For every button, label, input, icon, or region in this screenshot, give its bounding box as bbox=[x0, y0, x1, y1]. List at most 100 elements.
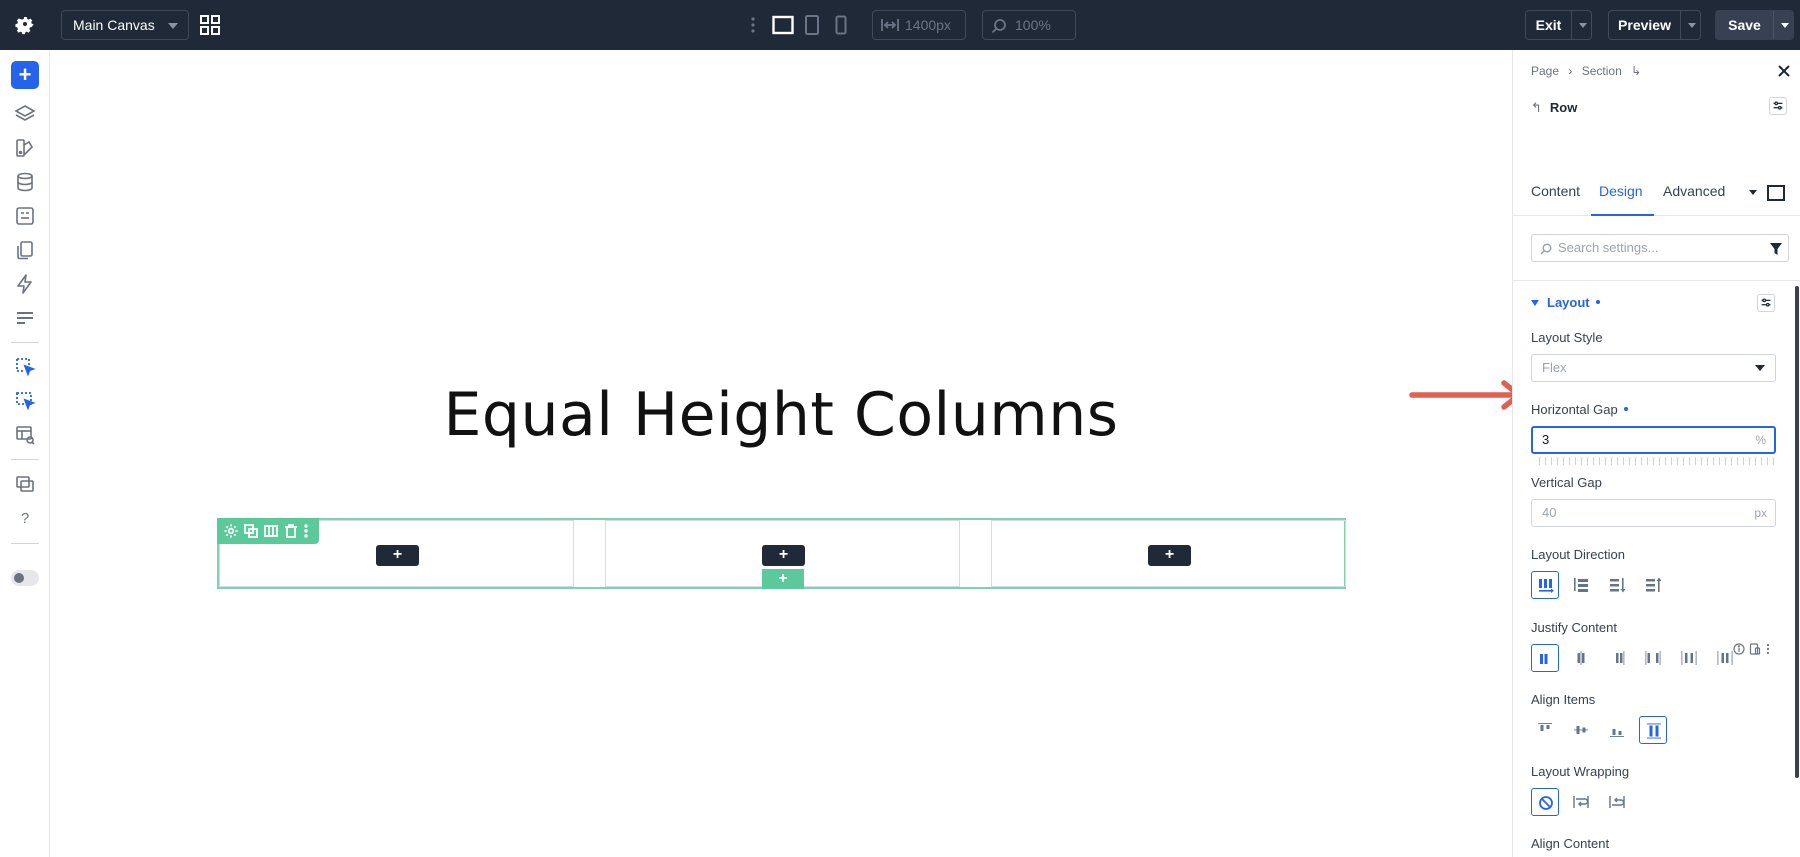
responsive-icon[interactable] bbox=[1749, 643, 1761, 655]
horizontal-gap-input[interactable]: 3 % bbox=[1531, 426, 1776, 454]
row-settings-icon[interactable] bbox=[223, 523, 239, 539]
builder-canvas[interactable]: Equal Height Columns + + + + bbox=[51, 50, 1511, 857]
chevron-down-icon[interactable] bbox=[1749, 190, 1757, 195]
section-options-icon[interactable] bbox=[1757, 294, 1775, 312]
horizontal-gap-label-text: Horizontal Gap bbox=[1531, 402, 1618, 417]
justify-space-evenly-icon bbox=[1717, 651, 1733, 665]
lightning-icon[interactable] bbox=[14, 273, 36, 295]
justify-end-icon bbox=[1616, 651, 1625, 665]
direction-column-reverse-option[interactable] bbox=[1639, 571, 1667, 599]
justify-start-option[interactable] bbox=[1531, 644, 1559, 672]
design-presets-icon[interactable] bbox=[14, 137, 36, 159]
multi-select-icon[interactable] bbox=[14, 390, 36, 412]
save-button[interactable]: Save bbox=[1715, 10, 1794, 40]
database-icon[interactable] bbox=[14, 171, 36, 193]
layout-section-toggle[interactable]: Layout bbox=[1531, 295, 1600, 310]
panel-tabs: Content Design Advanced bbox=[1513, 168, 1800, 216]
columns-icon[interactable] bbox=[263, 523, 279, 539]
zoom-field[interactable]: 100% bbox=[982, 10, 1076, 40]
wireframe-view-icon[interactable] bbox=[1767, 185, 1785, 201]
wrap-option[interactable] bbox=[1567, 788, 1595, 816]
exit-options-button[interactable] bbox=[1571, 11, 1592, 39]
direction-row-reverse-option[interactable] bbox=[1603, 571, 1631, 599]
align-center-option[interactable] bbox=[1567, 716, 1595, 744]
modified-dot-icon bbox=[1623, 407, 1628, 411]
justify-center-option[interactable] bbox=[1567, 644, 1595, 672]
canvas-width-value: 1400px bbox=[905, 17, 951, 33]
nowrap-icon bbox=[1539, 796, 1553, 810]
page-heading[interactable]: Equal Height Columns bbox=[51, 380, 1511, 450]
tablet-view-icon[interactable] bbox=[804, 14, 820, 36]
canvas-select[interactable]: Main Canvas bbox=[61, 10, 189, 40]
add-module-button[interactable]: + bbox=[376, 545, 419, 566]
layers-icon[interactable] bbox=[14, 103, 36, 125]
phone-view-icon[interactable] bbox=[835, 15, 847, 35]
breadcrumb-page[interactable]: Page bbox=[1531, 64, 1559, 78]
direction-row-icon bbox=[1539, 579, 1554, 593]
add-element-button[interactable]: + bbox=[11, 61, 39, 89]
layout-section-title: Layout bbox=[1547, 295, 1590, 310]
windows-icon[interactable] bbox=[14, 473, 36, 495]
breadcrumb-section[interactable]: Section bbox=[1582, 64, 1622, 78]
add-module-button[interactable]: + bbox=[1148, 545, 1191, 566]
justify-end-option[interactable] bbox=[1603, 644, 1631, 672]
breadcrumb: Page › Section ↳ bbox=[1531, 64, 1647, 78]
form-icon[interactable] bbox=[14, 205, 36, 227]
save-options-button[interactable] bbox=[1773, 11, 1794, 39]
justify-space-between-option[interactable] bbox=[1639, 644, 1667, 672]
duplicate-icon[interactable] bbox=[243, 523, 259, 539]
justify-space-around-option[interactable] bbox=[1675, 644, 1703, 672]
help-icon[interactable]: ? bbox=[14, 508, 36, 530]
select-element-icon[interactable] bbox=[14, 356, 36, 378]
horizontal-gap-unit[interactable]: % bbox=[1755, 428, 1766, 452]
add-module-button[interactable]: + bbox=[762, 545, 805, 566]
modified-dot-icon bbox=[1595, 300, 1600, 304]
width-icon bbox=[881, 19, 899, 31]
tab-content[interactable]: Content bbox=[1531, 183, 1580, 199]
search-settings-input[interactable]: Search settings... bbox=[1531, 234, 1789, 262]
more-vertical-icon[interactable] bbox=[303, 523, 309, 539]
wrap-reverse-icon bbox=[1609, 796, 1625, 808]
back-arrow-icon[interactable]: ↰ bbox=[1531, 100, 1542, 116]
pages-icon[interactable] bbox=[14, 239, 36, 261]
layout-style-select[interactable]: Flex bbox=[1531, 354, 1776, 382]
sliders-icon[interactable] bbox=[14, 307, 36, 329]
preview-options-button[interactable] bbox=[1680, 11, 1701, 39]
align-stretch-option[interactable] bbox=[1639, 716, 1667, 744]
element-options-icon[interactable] bbox=[1769, 97, 1787, 115]
horizontal-gap-slider[interactable] bbox=[1539, 457, 1779, 465]
trash-icon[interactable] bbox=[283, 523, 299, 539]
info-icon[interactable] bbox=[1733, 643, 1745, 655]
panel-scrollbar[interactable] bbox=[1795, 286, 1799, 778]
vertical-gap-input[interactable]: 40 px bbox=[1531, 499, 1776, 527]
grid-icon[interactable] bbox=[199, 14, 221, 36]
wrap-reverse-option[interactable] bbox=[1603, 788, 1631, 816]
layout-search-icon[interactable] bbox=[14, 424, 36, 446]
direction-column-icon bbox=[1574, 578, 1588, 592]
exit-button[interactable]: Exit bbox=[1525, 10, 1592, 40]
direction-column-option[interactable] bbox=[1567, 571, 1595, 599]
search-placeholder: Search settings... bbox=[1558, 240, 1659, 255]
more-vertical-icon[interactable] bbox=[751, 16, 755, 34]
tab-design[interactable]: Design bbox=[1599, 183, 1643, 199]
layout-style-label: Layout Style bbox=[1531, 330, 1603, 345]
close-icon[interactable] bbox=[1777, 64, 1791, 78]
direction-row-option[interactable] bbox=[1531, 571, 1559, 599]
desktop-view-icon[interactable] bbox=[772, 15, 794, 35]
nowrap-option[interactable] bbox=[1531, 788, 1559, 816]
align-items-label: Align Items bbox=[1531, 692, 1596, 707]
align-end-option[interactable] bbox=[1603, 716, 1631, 744]
filter-icon[interactable] bbox=[1770, 243, 1782, 255]
gear-icon[interactable] bbox=[14, 13, 36, 35]
row-element[interactable]: + + + + bbox=[217, 518, 1346, 589]
add-row-button[interactable]: + bbox=[762, 569, 804, 589]
theme-toggle[interactable] bbox=[11, 570, 39, 586]
tab-advanced[interactable]: Advanced bbox=[1663, 183, 1725, 199]
column-3[interactable]: + bbox=[991, 520, 1346, 587]
vertical-gap-unit[interactable]: px bbox=[1754, 500, 1767, 526]
more-vertical-icon[interactable] bbox=[1766, 643, 1770, 655]
preview-button[interactable]: Preview bbox=[1608, 10, 1701, 40]
canvas-width-field[interactable]: 1400px bbox=[872, 10, 966, 40]
direction-row-reverse-icon bbox=[1610, 578, 1625, 593]
align-start-option[interactable] bbox=[1531, 716, 1559, 744]
